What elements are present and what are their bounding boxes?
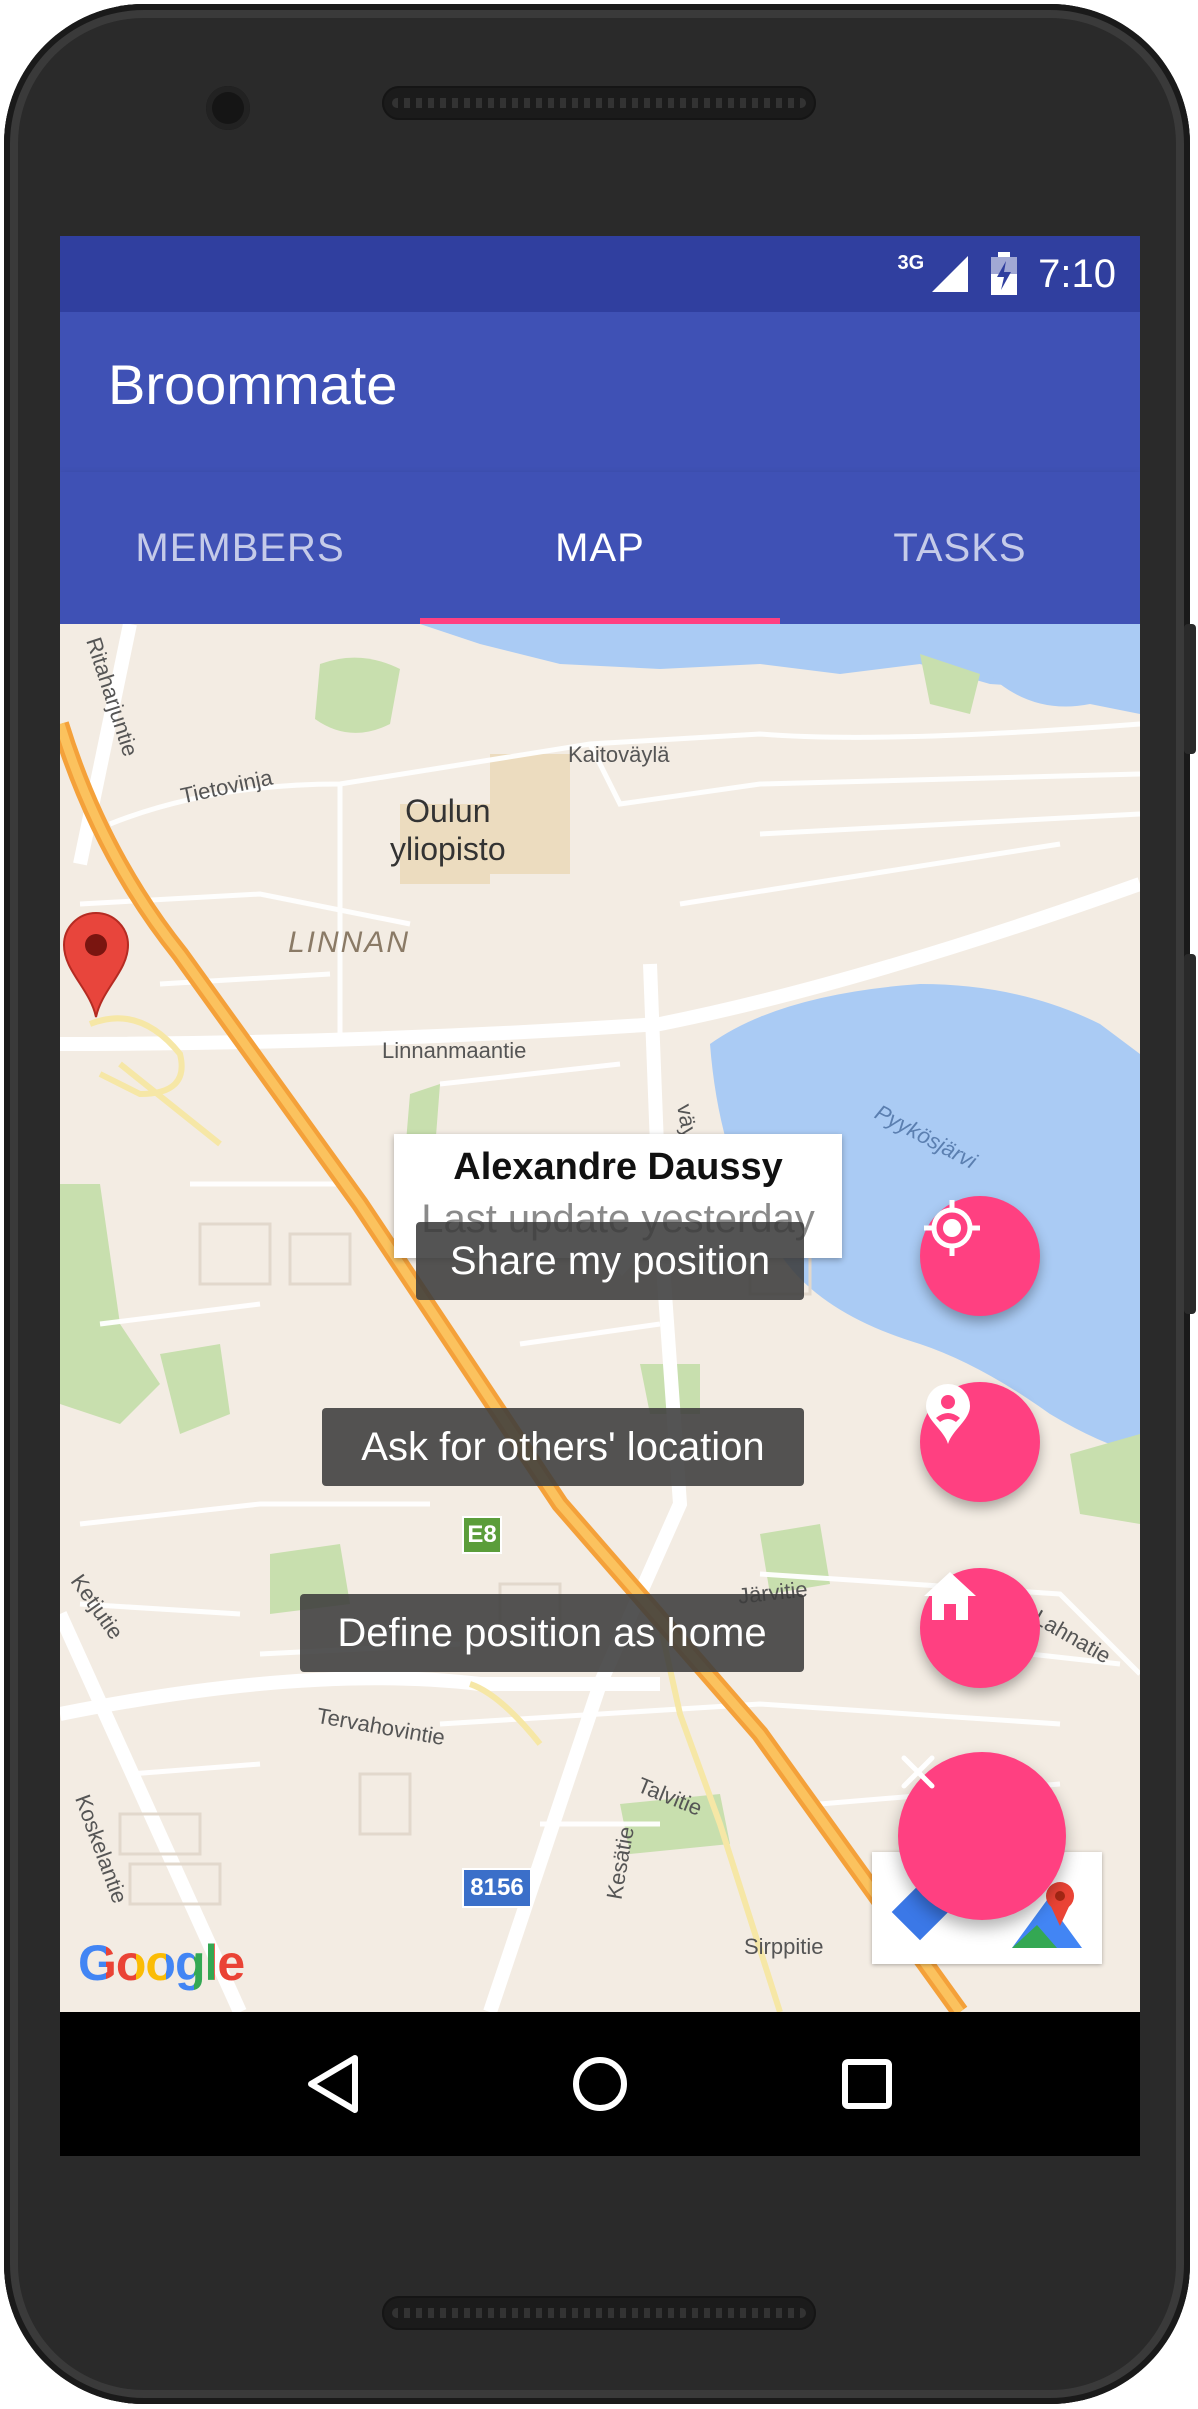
tab-tasks[interactable]: TASKS (780, 472, 1140, 624)
map-view[interactable]: Oulun yliopisto LINNAN Kaitoväylä Linnan… (60, 624, 1140, 2012)
phone-frame: 3G 7:10 Broommate MEMBERS MAP TASKS Oulu… (4, 4, 1196, 2404)
tab-bar: MEMBERS MAP TASKS (60, 472, 1140, 624)
home-button[interactable] (560, 2044, 640, 2124)
app-title: Broommate (108, 353, 398, 416)
back-button[interactable] (293, 2044, 373, 2124)
define-home-button[interactable] (920, 1568, 1040, 1688)
close-icon (901, 1755, 935, 1789)
district-label: LINNAN (288, 926, 411, 959)
e8-shield: E8 (462, 1516, 502, 1554)
fab-close-button[interactable] (898, 1752, 1066, 1920)
screen: 3G 7:10 Broommate MEMBERS MAP TASKS Oulu… (60, 236, 1140, 2156)
network-label: 3G (897, 251, 925, 274)
power-button (1184, 954, 1196, 1314)
top-speaker (382, 86, 816, 120)
front-camera (206, 86, 250, 130)
road-label-sirppitie: Sirppitie (744, 1934, 824, 1959)
ask-location-label[interactable]: Ask for others' location (322, 1408, 804, 1486)
route-8156-shield: 8156 (462, 1868, 532, 1908)
define-home-label[interactable]: Define position as home (300, 1594, 804, 1672)
tab-map[interactable]: MAP (420, 472, 780, 624)
google-logo: Google (78, 1935, 245, 1991)
share-position-button[interactable] (920, 1196, 1040, 1316)
app-bar: Broommate (60, 312, 1140, 472)
back-icon (308, 2055, 359, 2113)
marker-title: Alexandre Daussy (453, 1146, 783, 1188)
navigation-bar (60, 2012, 1140, 2156)
home-icon (924, 1572, 976, 1620)
status-bar: 3G 7:10 (60, 236, 1140, 312)
battery-icon (991, 252, 1018, 295)
tab-members[interactable]: MEMBERS (60, 472, 420, 624)
ask-location-button[interactable] (920, 1382, 1040, 1502)
signal-icon (932, 256, 969, 292)
recents-button[interactable] (827, 2044, 907, 2124)
google-attribution: Google (78, 1934, 245, 1992)
road-label-kaitovayla: Kaitoväylä (568, 742, 670, 767)
my-location-icon (924, 1200, 980, 1256)
share-position-label[interactable]: Share my position (416, 1222, 804, 1300)
map-marker-icon[interactable] (60, 909, 132, 1019)
clock: 7:10 (1038, 251, 1116, 296)
recents-icon (841, 2059, 892, 2109)
person-pin-icon (926, 1384, 970, 1444)
home-circle-icon (572, 2057, 627, 2111)
volume-button (1184, 624, 1196, 754)
bottom-speaker (382, 2296, 816, 2330)
road-label-linnanmaantie: Linnanmaantie (382, 1038, 527, 1063)
university-label: Oulun yliopisto (390, 793, 506, 867)
